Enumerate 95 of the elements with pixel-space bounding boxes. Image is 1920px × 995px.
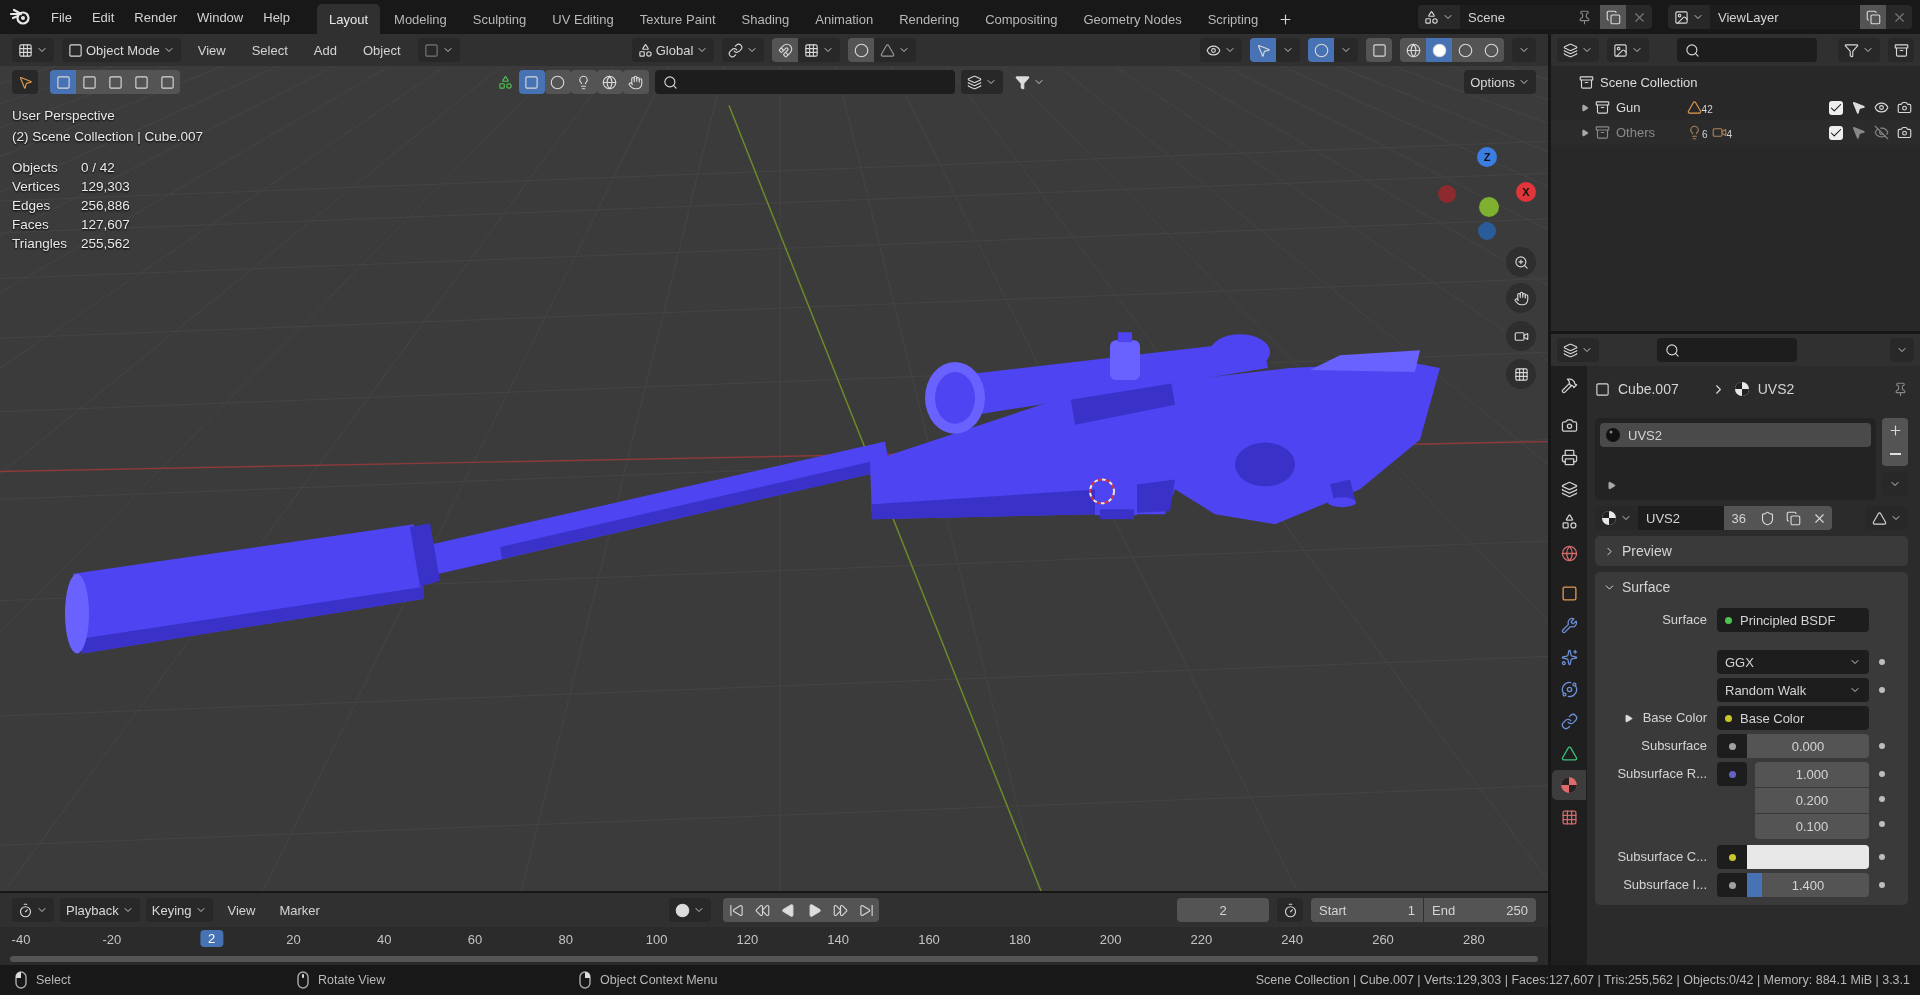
- material-slot[interactable]: UVS2: [1600, 423, 1871, 447]
- number-field[interactable]: 1.400: [1747, 873, 1869, 897]
- material-name: UVS2: [1757, 381, 1795, 397]
- frame-number: -20: [102, 932, 122, 947]
- z-axis-ball: Z: [1477, 147, 1497, 167]
- panel-header[interactable]: Surface: [1595, 572, 1908, 602]
- stat-value: 129,303: [81, 179, 130, 194]
- item-count: 6: [1702, 129, 1708, 140]
- orientation-dropdown[interactable]: Global: [631, 38, 715, 62]
- shader-link-field[interactable]: Base Color: [1717, 706, 1869, 730]
- property-label: Subsurface I...: [1622, 876, 1707, 894]
- menu-item[interactable]: Render: [125, 5, 186, 29]
- property-label: Subsurface R...: [1616, 765, 1707, 783]
- frame-number: 260: [1372, 932, 1394, 947]
- stat-label: Edges: [12, 198, 52, 213]
- workspace-tab[interactable]: Layout: [317, 4, 381, 34]
- object-name: Cube.007: [1618, 381, 1679, 397]
- workspace-tab[interactable]: Geometry Nodes: [1071, 4, 1194, 34]
- material-name-field[interactable]: UVS2: [1638, 506, 1724, 530]
- stat-value: 127,607: [81, 217, 130, 232]
- frame-number: 160: [918, 932, 940, 947]
- playhead[interactable]: 2: [200, 930, 224, 947]
- workspace-tab[interactable]: Rendering: [887, 4, 972, 34]
- workspace-tab[interactable]: Texture Paint: [627, 4, 728, 34]
- x-axis-ball: X: [1516, 182, 1536, 202]
- workspace-tab[interactable]: Animation: [803, 4, 886, 34]
- menu-dropdown[interactable]: Keying: [145, 898, 213, 922]
- collection-name[interactable]: Others: [1616, 125, 1655, 140]
- user-count[interactable]: 36: [1723, 506, 1754, 530]
- stat-label: Faces: [12, 217, 50, 232]
- hint-text: Select: [36, 973, 71, 987]
- menu-item[interactable]: Marker: [270, 898, 329, 922]
- stat-value: 0 / 42: [81, 160, 116, 175]
- frame-number: 100: [645, 932, 668, 947]
- collection-name[interactable]: Scene Collection: [1600, 75, 1698, 90]
- menu-item[interactable]: File: [42, 5, 81, 29]
- frame-number: -40: [11, 932, 31, 947]
- scene-field[interactable]: Scene: [1460, 5, 1600, 29]
- end-frame-field[interactable]: End 250: [1424, 898, 1536, 922]
- current-frame-field[interactable]: 2: [1177, 898, 1269, 922]
- number-field[interactable]: 0.000: [1747, 734, 1869, 758]
- view-layer-field[interactable]: ViewLayer: [1710, 5, 1860, 29]
- property-label: Base Color: [1595, 706, 1707, 730]
- mode-dropdown[interactable]: Object Mode: [62, 38, 181, 62]
- shader-link-field[interactable]: Principled BSDF: [1717, 608, 1869, 632]
- frame-number: 200: [1099, 932, 1122, 947]
- menu-item[interactable]: Object: [353, 38, 410, 62]
- item-count: 42: [1701, 104, 1713, 115]
- number-field[interactable]: 1.000: [1755, 762, 1869, 787]
- context-label: (2) Scene Collection | Cube.007: [12, 129, 205, 144]
- panel-header[interactable]: Preview: [1595, 536, 1908, 566]
- workspace-tab[interactable]: Scripting: [1195, 4, 1271, 34]
- number-field[interactable]: 0.100: [1755, 814, 1869, 839]
- stat-label: Vertices: [12, 179, 62, 194]
- frame-number: 240: [1281, 932, 1304, 947]
- workspace-tab[interactable]: UV Editing: [540, 4, 626, 34]
- stat-value: 256,886: [81, 198, 130, 213]
- menu-dropdown[interactable]: Playback: [60, 898, 140, 922]
- frame-number: 140: [827, 932, 850, 947]
- workspace-tab[interactable]: Modeling: [382, 4, 459, 34]
- menu-item[interactable]: Help: [254, 5, 299, 29]
- frame-number: 80: [558, 932, 574, 947]
- hint-text: Object Context Menu: [600, 973, 718, 987]
- options-dropdown[interactable]: Options: [1464, 70, 1536, 94]
- status-info: Scene Collection | Cube.007 | Verts:129,303 | Faces:127,607 | Tris:255,562 | Objects:0/42 | Memory: 884.1 MiB | 3.3.1: [1255, 973, 1910, 987]
- start-frame-field[interactable]: Start 1: [1311, 898, 1423, 922]
- stat-label: Triangles: [12, 236, 68, 251]
- workspace-tab[interactable]: Compositing: [973, 4, 1070, 34]
- property-label: Surface: [1661, 611, 1707, 629]
- frame-number: 60: [467, 932, 483, 947]
- frame-number: 120: [736, 932, 759, 947]
- hint-text: Rotate View: [318, 973, 386, 987]
- dropdown[interactable]: Random Walk: [1717, 678, 1869, 702]
- stat-value: 255,562: [81, 236, 130, 251]
- menu-item[interactable]: View: [188, 38, 235, 62]
- view-name: User Perspective: [12, 108, 116, 123]
- frame-number: 20: [286, 932, 301, 947]
- menu-item[interactable]: Add: [304, 38, 346, 62]
- menu-item[interactable]: Window: [188, 5, 253, 29]
- property-label: Subsurface C...: [1616, 848, 1707, 866]
- frame-number: 220: [1190, 932, 1213, 947]
- menu-item[interactable]: View: [218, 898, 265, 922]
- workspace-tab[interactable]: Shading: [729, 4, 802, 34]
- frame-number: 40: [376, 932, 392, 947]
- dropdown[interactable]: GGX: [1717, 650, 1869, 674]
- number-field[interactable]: 0.200: [1755, 788, 1869, 813]
- workspace-tab[interactable]: Sculpting: [460, 4, 539, 34]
- menu-item[interactable]: Edit: [82, 5, 124, 29]
- stat-label: Objects: [12, 160, 59, 175]
- frame-number: 280: [1462, 932, 1485, 947]
- collection-name[interactable]: Gun: [1616, 100, 1641, 115]
- menu-item[interactable]: Select: [242, 38, 297, 62]
- property-label: Subsurface: [1640, 737, 1707, 755]
- item-count: 4: [1726, 129, 1733, 140]
- frame-number: 180: [1008, 932, 1031, 947]
